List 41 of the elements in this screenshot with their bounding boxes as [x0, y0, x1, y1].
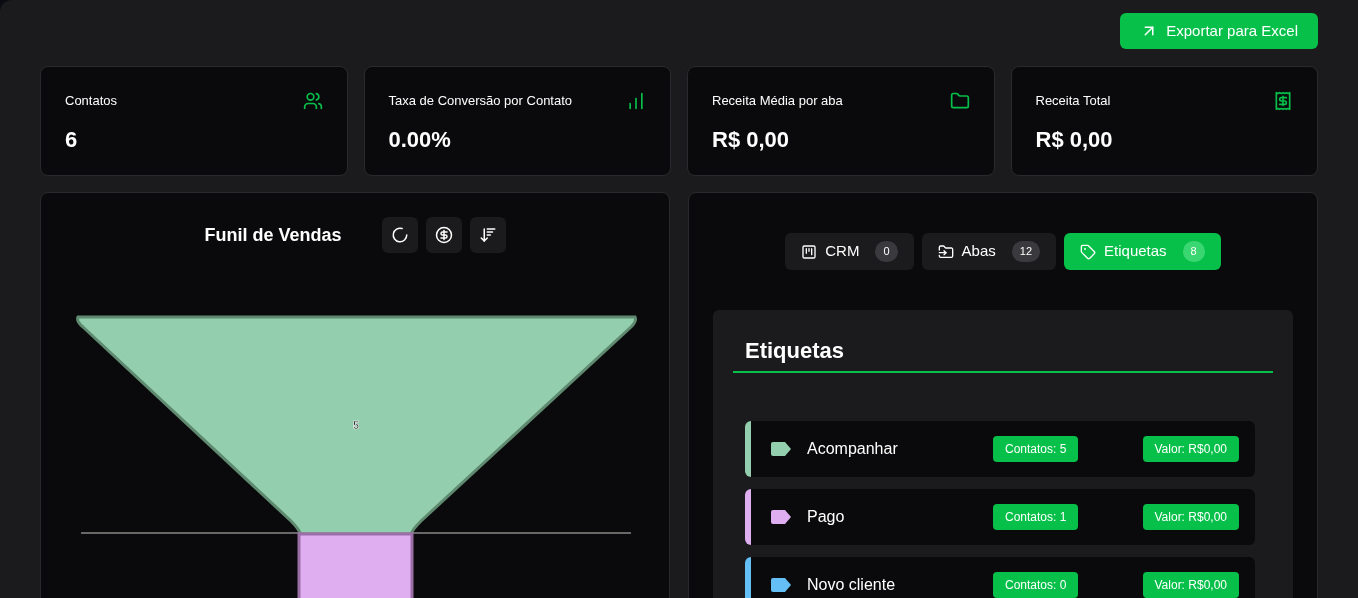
tag-name: Pago — [807, 507, 846, 527]
contacts-badge: Contatos: 0 — [993, 572, 1079, 598]
tab[interactable]: CRM 0 — [785, 233, 914, 270]
tag-row[interactable]: Pago Contatos: 1 Valor: R$0,00 — [745, 489, 1255, 545]
receipt-icon — [1273, 91, 1293, 111]
tab[interactable]: Abas 12 — [921, 233, 1057, 270]
donut-icon — [390, 226, 409, 244]
tab-count: 12 — [1011, 241, 1041, 262]
dollar-icon — [434, 226, 453, 244]
stat-label: Taxa de Conversão por Contato — [388, 92, 573, 111]
stat-value: 6 — [65, 126, 79, 154]
tag-row[interactable]: Acompanhar Contatos: 5 Valor: R$0,00 — [745, 421, 1255, 477]
stat-value: R$ 0,00 — [1035, 126, 1114, 154]
value-badge: Valor: R$0,00 — [1142, 436, 1239, 462]
value-badge: Valor: R$0,00 — [1142, 504, 1239, 530]
kanban-icon — [801, 243, 818, 260]
chart-tool-button[interactable] — [381, 217, 418, 253]
stat-value: 0.00% — [388, 126, 452, 154]
bar-chart-icon — [626, 91, 646, 111]
sort-icon — [478, 226, 497, 244]
users-icon — [302, 91, 323, 111]
tag-name: Novo cliente — [807, 575, 897, 595]
contacts-badge: Contatos: 1 — [993, 504, 1079, 530]
tag-name: Acompanhar — [807, 439, 899, 459]
tag-row[interactable]: Novo cliente Contatos: 0 Valor: R$0,00 — [745, 557, 1255, 598]
folder-icon — [949, 91, 970, 111]
stat-label: Contatos — [65, 92, 118, 111]
funnel-title: Funil de Vendas — [204, 223, 342, 247]
tab-count: 8 — [1182, 241, 1205, 262]
stat-value: R$ 0,00 — [712, 126, 791, 154]
tag-icon — [1080, 243, 1097, 260]
folder-icon — [937, 243, 954, 260]
tags-title: Etiquetas — [733, 334, 1273, 373]
stat-label: Receita Total — [1035, 92, 1111, 111]
funnel-value-label: 5 — [352, 419, 360, 431]
chart-tool-button[interactable] — [425, 217, 462, 253]
tab-count: 0 — [875, 241, 898, 262]
chart-tool-button[interactable] — [469, 217, 506, 253]
stat-label: Receita Média por aba — [712, 92, 843, 111]
value-badge: Valor: R$0,00 — [1142, 572, 1239, 598]
contacts-badge: Contatos: 5 — [993, 436, 1079, 462]
